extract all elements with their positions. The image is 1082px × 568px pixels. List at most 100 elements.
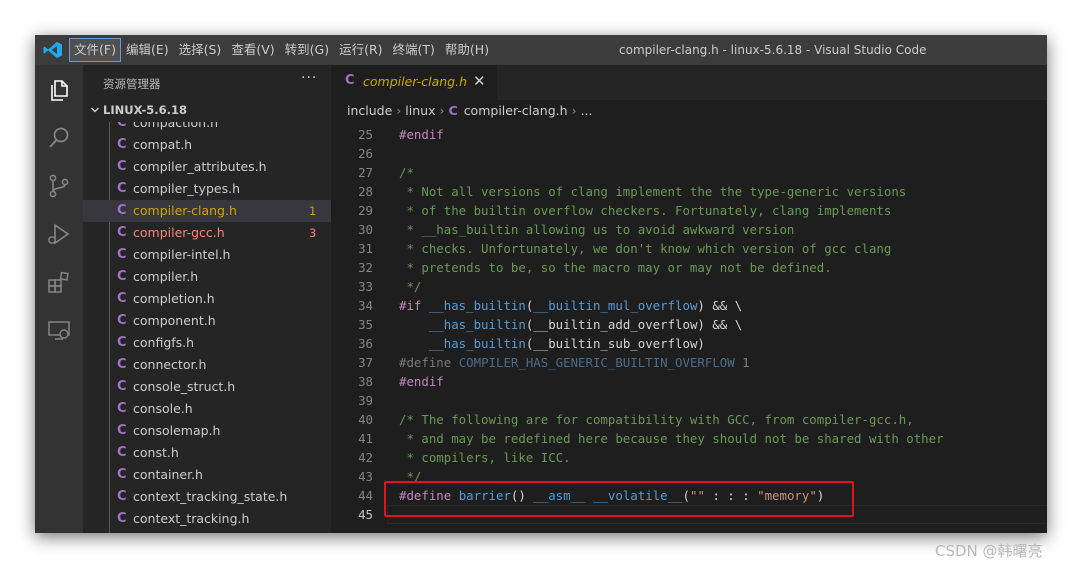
- menu-bar: 文件(F) 编辑(E) 选择(S) 查看(V) 转到(G) 运行(R) 终端(T…: [69, 35, 495, 65]
- line-number: 33: [358, 279, 373, 294]
- line-number: 25: [358, 127, 373, 142]
- menu-help[interactable]: 帮助(H): [441, 39, 493, 61]
- file-tree: Ccompaction.h Ccompat.h Ccompiler_attribut…: [83, 122, 331, 533]
- extensions-icon[interactable]: [46, 269, 72, 295]
- file-name: compiler_types.h: [133, 181, 240, 196]
- code-text: * __has_builtin allowing us to avoid awk…: [399, 220, 794, 239]
- code-token: __builtin_sub_overflow: [533, 336, 698, 351]
- line-number: 38: [358, 374, 373, 389]
- code-token: __has_builtin: [428, 336, 526, 351]
- breadcrumb-symbol[interactable]: ...: [581, 100, 593, 122]
- c-file-icon: C: [117, 181, 127, 196]
- file-name: compiler-gcc.h: [133, 225, 225, 240]
- menu-edit[interactable]: 编辑(E): [122, 39, 173, 61]
- file-tree-item[interactable]: Cconsolemap.h: [83, 420, 331, 442]
- file-name: connector.h: [133, 357, 207, 372]
- code-text: * pretends to be, so the macro may or ma…: [399, 258, 832, 277]
- file-tree-item[interactable]: Ccomponent.h: [83, 310, 331, 332]
- code-token: * compilers, like ICC.: [399, 450, 571, 465]
- close-icon[interactable]: ✕: [473, 72, 486, 90]
- file-tree-item[interactable]: Cconsole.h: [83, 398, 331, 420]
- file-tree-item[interactable]: Ccontext_tracking_state.h: [83, 486, 331, 508]
- line-number: 34: [358, 298, 373, 313]
- line-number: 44: [358, 488, 373, 503]
- explorer-icon[interactable]: [46, 77, 72, 103]
- code-text: __has_builtin(__builtin_sub_overflow): [399, 334, 705, 353]
- code-editor[interactable]: 25 #endif 26 27 /* 28 * Not all versions of c…: [331, 122, 1047, 533]
- menu-run[interactable]: 运行(R): [335, 39, 386, 61]
- line-number: 29: [358, 203, 373, 218]
- breadcrumb-file[interactable]: compiler-clang.h: [464, 100, 568, 122]
- file-tree-item[interactable]: Ccompletion.h: [83, 288, 331, 310]
- code-token: __has_builtin: [428, 298, 526, 313]
- code-token: * and may be redefined here because they…: [399, 431, 944, 446]
- c-file-icon: C: [117, 247, 127, 262]
- c-file-icon: C: [117, 225, 127, 240]
- file-tree-item[interactable]: Ccompiler_types.h: [83, 178, 331, 200]
- explorer-title: 资源管理器: [103, 77, 161, 91]
- file-tree-item[interactable]: Ccompiler-clang.h 1: [83, 200, 331, 222]
- c-file-icon: C: [117, 489, 127, 504]
- file-tree-item[interactable]: Ccompat.h: [83, 134, 331, 156]
- code-token: * checks. Unfortunately, we don't know w…: [399, 241, 892, 256]
- code-line: 42 * compilers, like ICC.: [331, 448, 1047, 467]
- code-token: ) && \: [697, 298, 743, 313]
- file-tree-item[interactable]: Cconst.h: [83, 442, 331, 464]
- code-line: 32 * pretends to be, so the macro may or…: [331, 258, 1047, 277]
- file-tree-item[interactable]: Cconnector.h: [83, 354, 331, 376]
- line-number: 40: [358, 412, 373, 427]
- file-name: const.h: [133, 445, 179, 460]
- file-name: consolemap.h: [133, 423, 221, 438]
- code-token: __has_builtin: [428, 317, 526, 332]
- breadcrumb: include › linux › C compiler-clang.h › .…: [347, 100, 593, 122]
- code-token: ): [697, 336, 705, 351]
- file-tree-item[interactable]: Ccompiler.h: [83, 266, 331, 288]
- problem-count-badge: 3: [309, 226, 317, 240]
- code-token: COMPILER_HAS_GENERIC_BUILTIN_OVERFLOW: [458, 355, 735, 370]
- code-text: * and may be redefined here because they…: [399, 429, 944, 448]
- code-token: * Not all versions of clang implement th…: [399, 184, 907, 199]
- tab-compiler-clang[interactable]: C compiler-clang.h ✕: [331, 65, 497, 100]
- code-token: * pretends to be, so the macro may or ma…: [399, 260, 832, 275]
- code-line: 36 __has_builtin(__builtin_sub_overflow): [331, 334, 1047, 353]
- search-icon[interactable]: [46, 125, 72, 151]
- code-text: * compilers, like ICC.: [399, 448, 571, 467]
- c-file-icon: C: [117, 423, 127, 438]
- c-file-icon: C: [117, 137, 127, 152]
- c-file-icon: C: [117, 269, 127, 284]
- file-name: compiler_attributes.h: [133, 159, 267, 174]
- file-tree-item[interactable]: Ccompiler-intel.h: [83, 244, 331, 266]
- chevron-down-icon: [91, 107, 99, 113]
- workspace-folder-header[interactable]: LINUX-5.6.18: [83, 100, 331, 122]
- file-name: configfs.h: [133, 335, 195, 350]
- line-number: 31: [358, 241, 373, 256]
- window-title: compiler-clang.h - linux-5.6.18 - Visual…: [619, 43, 927, 57]
- file-tree-item[interactable]: Ccontext_tracking.h: [83, 508, 331, 530]
- more-actions-button[interactable]: ···: [301, 70, 317, 86]
- code-text: * of the builtin overflow checkers. Fort…: [399, 201, 891, 220]
- code-line: 34 #if __has_builtin(__builtin_mul_overfl…: [331, 296, 1047, 315]
- c-file-icon: C: [117, 335, 127, 350]
- chevron-right-icon: ›: [439, 103, 445, 118]
- file-tree-item[interactable]: Cconsole_struct.h: [83, 376, 331, 398]
- menu-view[interactable]: 查看(V): [227, 39, 278, 61]
- menu-file[interactable]: 文件(F): [69, 38, 121, 62]
- menu-selection[interactable]: 选择(S): [175, 39, 226, 61]
- file-tree-item[interactable]: Ccompiler_attributes.h: [83, 156, 331, 178]
- run-debug-icon[interactable]: [46, 221, 72, 247]
- breadcrumb-linux[interactable]: linux: [405, 100, 435, 122]
- c-file-icon: C: [117, 313, 127, 328]
- file-tree-item[interactable]: Ccompiler-gcc.h 3: [83, 222, 331, 244]
- menu-terminal[interactable]: 终端(T): [389, 39, 439, 61]
- menu-go[interactable]: 转到(G): [281, 39, 333, 61]
- source-control-icon[interactable]: [46, 173, 72, 199]
- highlight-box: [384, 481, 854, 517]
- file-tree-item[interactable]: Ccontainer.h: [83, 464, 331, 486]
- code-text: * checks. Unfortunately, we don't know w…: [399, 239, 891, 258]
- breadcrumb-include[interactable]: include: [347, 100, 392, 122]
- remote-explorer-icon[interactable]: [46, 317, 72, 343]
- code-text: /*: [399, 163, 414, 182]
- file-tree-item[interactable]: Cconfigfs.h: [83, 332, 331, 354]
- file-tree-item[interactable]: Ccompaction.h: [83, 122, 331, 134]
